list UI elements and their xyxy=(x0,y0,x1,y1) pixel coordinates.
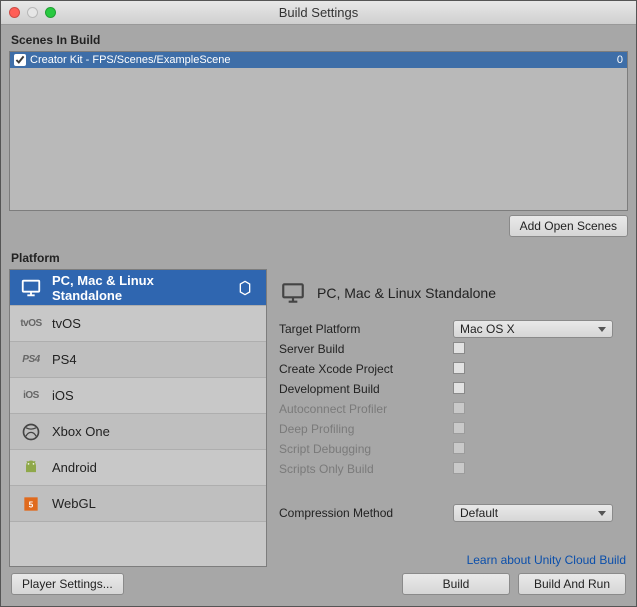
platform-settings-panel: PC, Mac & Linux Standalone Target Platfo… xyxy=(277,269,628,567)
ps4-icon: PS4 xyxy=(20,349,42,371)
platform-header: Platform xyxy=(9,247,628,269)
platform-label: WebGL xyxy=(52,496,96,511)
unity-icon xyxy=(234,277,256,299)
target-platform-dropdown[interactable]: Mac OS X xyxy=(453,320,613,338)
script-debugging-checkbox xyxy=(453,442,465,454)
build-button[interactable]: Build xyxy=(402,573,510,595)
field-scripts-only: Scripts Only Build xyxy=(277,459,628,479)
platform-item-tvos[interactable]: tvOS tvOS xyxy=(10,306,266,342)
bottom-bar: Player Settings... Build Build And Run xyxy=(9,567,628,597)
field-compression: Compression Method Default xyxy=(277,503,628,523)
server-build-checkbox[interactable] xyxy=(453,342,465,354)
platform-item-android[interactable]: Android xyxy=(10,450,266,486)
platform-label: PC, Mac & Linux Standalone xyxy=(52,273,224,303)
field-label: Create Xcode Project xyxy=(279,362,453,376)
platform-item-xboxone[interactable]: Xbox One xyxy=(10,414,266,450)
platform-label: PS4 xyxy=(52,352,77,367)
scene-checkbox[interactable] xyxy=(14,54,26,66)
platform-label: iOS xyxy=(52,388,74,403)
field-label: Script Debugging xyxy=(279,442,453,456)
panel-header: PC, Mac & Linux Standalone xyxy=(277,273,628,319)
field-label: Development Build xyxy=(279,382,453,396)
field-deep-profiling: Deep Profiling xyxy=(277,419,628,439)
player-settings-button[interactable]: Player Settings... xyxy=(11,573,124,595)
dropdown-value: Default xyxy=(460,506,498,520)
dropdown-value: Mac OS X xyxy=(460,322,515,336)
platform-item-ps4[interactable]: PS4 PS4 xyxy=(10,342,266,378)
window-title: Build Settings xyxy=(1,5,636,20)
dev-build-checkbox[interactable] xyxy=(453,382,465,394)
field-label: Server Build xyxy=(279,342,453,356)
window-controls xyxy=(9,7,56,18)
monitor-icon xyxy=(20,277,42,299)
webgl-icon: 5 xyxy=(20,493,42,515)
platform-item-standalone[interactable]: PC, Mac & Linux Standalone xyxy=(10,270,266,306)
build-and-run-button[interactable]: Build And Run xyxy=(518,573,626,595)
titlebar: Build Settings xyxy=(1,1,636,25)
platform-item-ios[interactable]: iOS iOS xyxy=(10,378,266,414)
scene-path: Creator Kit - FPS/Scenes/ExampleScene xyxy=(30,54,607,66)
platform-item-webgl[interactable]: 5 WebGL xyxy=(10,486,266,522)
field-label: Autoconnect Profiler xyxy=(279,402,453,416)
zoom-icon[interactable] xyxy=(45,7,56,18)
ios-icon: iOS xyxy=(20,385,42,407)
platform-label: tvOS xyxy=(52,316,81,331)
field-autoconnect: Autoconnect Profiler xyxy=(277,399,628,419)
close-icon[interactable] xyxy=(9,7,20,18)
platform-list: PC, Mac & Linux Standalone tvOS tvOS PS4… xyxy=(9,269,267,567)
cloud-build-link[interactable]: Learn about Unity Cloud Build xyxy=(277,547,628,567)
minimize-icon[interactable] xyxy=(27,7,38,18)
compression-dropdown[interactable]: Default xyxy=(453,504,613,522)
autoconnect-checkbox xyxy=(453,402,465,414)
field-label: Compression Method xyxy=(279,506,453,520)
add-open-scenes-button[interactable]: Add Open Scenes xyxy=(509,215,628,237)
create-xcode-checkbox[interactable] xyxy=(453,362,465,374)
field-target-platform: Target Platform Mac OS X xyxy=(277,319,628,339)
field-server-build: Server Build xyxy=(277,339,628,359)
field-script-debugging: Script Debugging xyxy=(277,439,628,459)
platform-label: Android xyxy=(52,460,97,475)
scripts-only-checkbox xyxy=(453,462,465,474)
deep-profiling-checkbox xyxy=(453,422,465,434)
field-label: Scripts Only Build xyxy=(279,462,453,476)
field-label: Deep Profiling xyxy=(279,422,453,436)
android-icon xyxy=(20,457,42,479)
xbox-icon xyxy=(20,421,42,443)
scene-index: 0 xyxy=(607,54,623,66)
tvos-icon: tvOS xyxy=(20,313,42,335)
scene-row[interactable]: Creator Kit - FPS/Scenes/ExampleScene 0 xyxy=(10,52,627,68)
panel-title: PC, Mac & Linux Standalone xyxy=(317,285,496,301)
svg-text:5: 5 xyxy=(29,499,34,509)
field-create-xcode: Create Xcode Project xyxy=(277,359,628,379)
scenes-header: Scenes In Build xyxy=(9,29,628,51)
scenes-list[interactable]: Creator Kit - FPS/Scenes/ExampleScene 0 xyxy=(9,51,628,211)
monitor-icon xyxy=(279,279,307,307)
platform-label: Xbox One xyxy=(52,424,110,439)
field-dev-build: Development Build xyxy=(277,379,628,399)
field-label: Target Platform xyxy=(279,322,453,336)
